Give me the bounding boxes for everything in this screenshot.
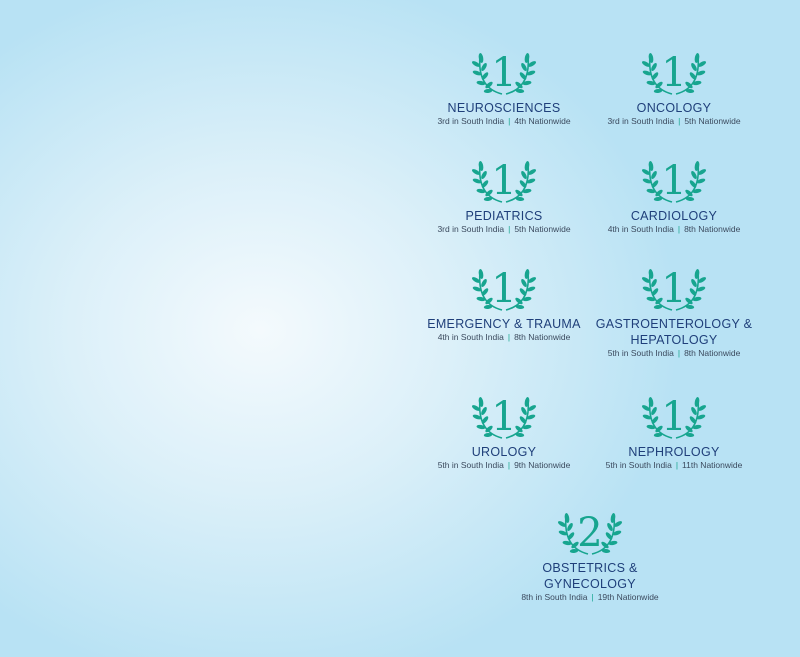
award-item: 2 OBSTETRICS & GYNECOLOGY 8th in South I… bbox=[505, 508, 675, 603]
rank-number: 1 bbox=[661, 158, 686, 204]
laurel-wreath-icon: 1 bbox=[642, 266, 706, 312]
laurel-wreath-icon: 2 bbox=[558, 510, 622, 556]
rank-number: 1 bbox=[491, 50, 516, 96]
rank-number: 1 bbox=[491, 158, 516, 204]
nationwide-rank: 19th Nationwide bbox=[597, 592, 659, 602]
laurel-wreath-icon: 1 bbox=[642, 50, 706, 96]
page: { "colors": { "accent": "#17a58f", "titl… bbox=[0, 0, 800, 657]
award-item: 1 GASTROENTEROLOGY & HEPATOLOGY 5th in S… bbox=[589, 264, 759, 359]
rank-number: 1 bbox=[491, 394, 516, 440]
south-india-rank: 3rd in South India bbox=[437, 224, 505, 234]
south-india-rank: 5th in South India bbox=[437, 460, 504, 470]
separator: | bbox=[678, 116, 681, 126]
nationwide-rank: 8th Nationwide bbox=[684, 224, 741, 234]
specialty-name: NEUROSCIENCES bbox=[447, 101, 561, 115]
laurel-wreath-icon: 1 bbox=[642, 158, 706, 204]
nationwide-rank: 5th Nationwide bbox=[514, 224, 571, 234]
separator: | bbox=[508, 116, 511, 126]
specialty-name: EMERGENCY & TRAUMA bbox=[427, 317, 581, 331]
specialty-name: OBSTETRICS & GYNECOLOGY bbox=[542, 561, 638, 591]
nationwide-rank: 9th Nationwide bbox=[514, 460, 571, 470]
nationwide-rank: 8th Nationwide bbox=[684, 348, 741, 358]
specialty-name: CARDIOLOGY bbox=[630, 209, 718, 223]
rank-details: 5th in South India | 9th Nationwide bbox=[419, 460, 589, 471]
south-india-rank: 5th in South India bbox=[605, 460, 672, 470]
south-india-rank: 4th in South India bbox=[607, 224, 674, 234]
separator: | bbox=[507, 332, 511, 342]
award-item: 1 EMERGENCY & TRAUMA 4th in South India |… bbox=[419, 264, 589, 343]
specialty-name: UROLOGY bbox=[471, 445, 537, 459]
south-india-rank: 4th in South India bbox=[437, 332, 504, 342]
nationwide-rank: 8th Nationwide bbox=[514, 332, 571, 342]
separator: | bbox=[677, 348, 681, 358]
specialty-name: GASTROENTEROLOGY & HEPATOLOGY bbox=[595, 317, 753, 347]
rank-details: 4th in South India | 8th Nationwide bbox=[419, 332, 589, 343]
separator: | bbox=[591, 592, 594, 602]
laurel-wreath-icon: 1 bbox=[472, 158, 536, 204]
rank-number: 1 bbox=[661, 394, 686, 440]
nationwide-rank: 4th Nationwide bbox=[514, 116, 571, 126]
rank-details: 3rd in South India | 4th Nationwide bbox=[419, 116, 589, 127]
rank-details: 3rd in South India | 5th Nationwide bbox=[419, 224, 589, 235]
rank-details: 5th in South India | 8th Nationwide bbox=[589, 348, 759, 359]
south-india-rank: 5th in South India bbox=[607, 348, 674, 358]
rank-number: 1 bbox=[661, 50, 686, 96]
rank-details: 4th in South India | 8th Nationwide bbox=[589, 224, 759, 235]
south-india-rank: 3rd in South India bbox=[437, 116, 505, 126]
rank-number: 1 bbox=[661, 266, 686, 312]
separator: | bbox=[677, 224, 681, 234]
separator: | bbox=[507, 460, 511, 470]
award-item: 1 ONCOLOGY 3rd in South India | 5th Nation… bbox=[589, 48, 759, 127]
nationwide-rank: 5th Nationwide bbox=[684, 116, 741, 126]
award-item: 1 NEPHROLOGY 5th in South India | 11th Nat… bbox=[589, 392, 759, 471]
nationwide-rank: 11th Nationwide bbox=[682, 460, 743, 470]
laurel-wreath-icon: 1 bbox=[472, 266, 536, 312]
rank-number: 1 bbox=[491, 266, 516, 312]
rank-number: 2 bbox=[577, 510, 602, 556]
rank-details: 5th in South India | 11th Nationwide bbox=[589, 460, 759, 471]
rank-details: 3rd in South India | 5th Nationwide bbox=[589, 116, 759, 127]
rank-details: 8th in South India | 19th Nationwide bbox=[505, 592, 675, 603]
specialty-name: PEDIATRICS bbox=[465, 209, 543, 223]
award-item: 1 CARDIOLOGY 4th in South India | 8th Nati… bbox=[589, 156, 759, 235]
specialty-name: NEPHROLOGY bbox=[628, 445, 720, 459]
award-item: 1 PEDIATRICS 3rd in South India | 5th Nati… bbox=[419, 156, 589, 235]
laurel-wreath-icon: 1 bbox=[472, 50, 536, 96]
separator: | bbox=[675, 460, 679, 470]
separator: | bbox=[508, 224, 511, 234]
south-india-rank: 8th in South India bbox=[521, 592, 588, 602]
specialty-name: ONCOLOGY bbox=[636, 101, 712, 115]
south-india-rank: 3rd in South India bbox=[607, 116, 675, 126]
laurel-wreath-icon: 1 bbox=[642, 394, 706, 440]
award-item: 1 NEUROSCIENCES 3rd in South India | 4th N… bbox=[419, 48, 589, 127]
laurel-wreath-icon: 1 bbox=[472, 394, 536, 440]
award-item: 1 UROLOGY 5th in South India | 9th Nationw… bbox=[419, 392, 589, 471]
